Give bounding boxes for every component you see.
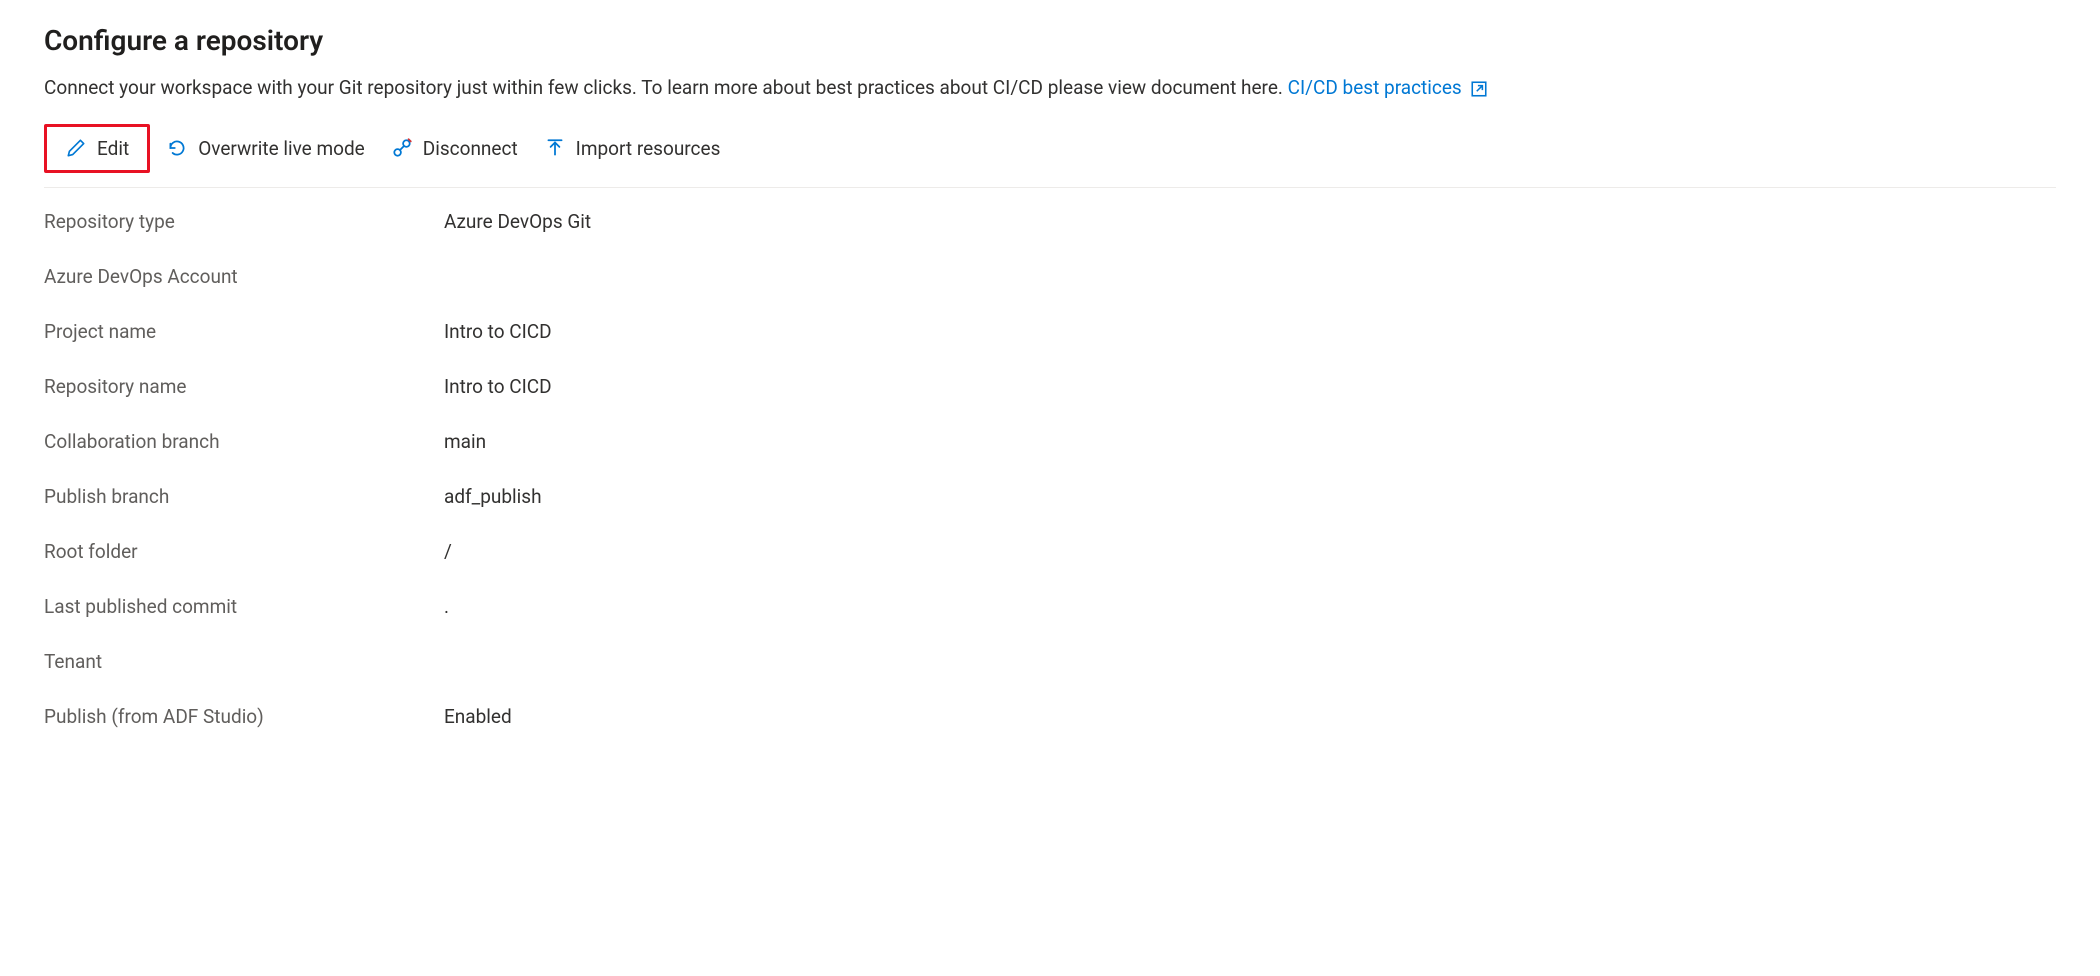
detail-row: Publish (from ADF Studio) Enabled bbox=[44, 705, 2056, 728]
detail-value: adf_publish bbox=[444, 485, 542, 508]
detail-value: Intro to CICD bbox=[444, 320, 552, 343]
disconnect-label: Disconnect bbox=[423, 137, 518, 160]
detail-value: / bbox=[444, 540, 452, 563]
link-text: CI/CD best practices bbox=[1288, 76, 1462, 99]
import-resources-button[interactable]: Import resources bbox=[534, 131, 731, 166]
detail-label: Collaboration branch bbox=[44, 430, 444, 453]
detail-label: Publish (from ADF Studio) bbox=[44, 705, 444, 728]
page-description: Connect your workspace with your Git rep… bbox=[44, 75, 2056, 102]
detail-row: Azure DevOps Account bbox=[44, 265, 2056, 288]
description-text: Connect your workspace with your Git rep… bbox=[44, 76, 1283, 99]
cicd-best-practices-link[interactable]: CI/CD best practices bbox=[1288, 76, 1489, 99]
detail-label: Publish branch bbox=[44, 485, 444, 508]
detail-value: Enabled bbox=[444, 705, 512, 728]
disconnect-icon bbox=[391, 137, 413, 159]
detail-value: Azure DevOps Git bbox=[444, 210, 591, 233]
detail-value: Intro to CICD bbox=[444, 375, 552, 398]
detail-value: . bbox=[444, 595, 449, 618]
detail-row: Tenant bbox=[44, 650, 2056, 673]
overwrite-label: Overwrite live mode bbox=[198, 137, 365, 160]
detail-value: main bbox=[444, 430, 486, 453]
detail-label: Tenant bbox=[44, 650, 444, 673]
detail-label: Repository type bbox=[44, 210, 444, 233]
page-title: Configure a repository bbox=[44, 24, 2056, 57]
refresh-icon bbox=[166, 137, 188, 159]
disconnect-button[interactable]: Disconnect bbox=[381, 131, 528, 166]
edit-button[interactable]: Edit bbox=[55, 131, 139, 166]
detail-label: Project name bbox=[44, 320, 444, 343]
detail-row: Root folder / bbox=[44, 540, 2056, 563]
detail-row: Repository name Intro to CICD bbox=[44, 375, 2056, 398]
overwrite-live-mode-button[interactable]: Overwrite live mode bbox=[156, 131, 375, 166]
edit-label: Edit bbox=[97, 137, 129, 160]
pencil-icon bbox=[65, 137, 87, 159]
detail-row: Project name Intro to CICD bbox=[44, 320, 2056, 343]
detail-row: Collaboration branch main bbox=[44, 430, 2056, 453]
repository-details: Repository type Azure DevOps Git Azure D… bbox=[44, 210, 2056, 728]
detail-row: Last published commit . bbox=[44, 595, 2056, 618]
import-label: Import resources bbox=[576, 137, 721, 160]
external-link-icon bbox=[1470, 80, 1488, 98]
detail-label: Repository name bbox=[44, 375, 444, 398]
detail-label: Azure DevOps Account bbox=[44, 265, 444, 288]
detail-row: Publish branch adf_publish bbox=[44, 485, 2056, 508]
detail-label: Root folder bbox=[44, 540, 444, 563]
toolbar: Edit Overwrite live mode Disconnect Impo… bbox=[44, 124, 2056, 188]
detail-label: Last published commit bbox=[44, 595, 444, 618]
import-arrow-icon bbox=[544, 137, 566, 159]
detail-row: Repository type Azure DevOps Git bbox=[44, 210, 2056, 233]
edit-highlight: Edit bbox=[44, 124, 150, 173]
